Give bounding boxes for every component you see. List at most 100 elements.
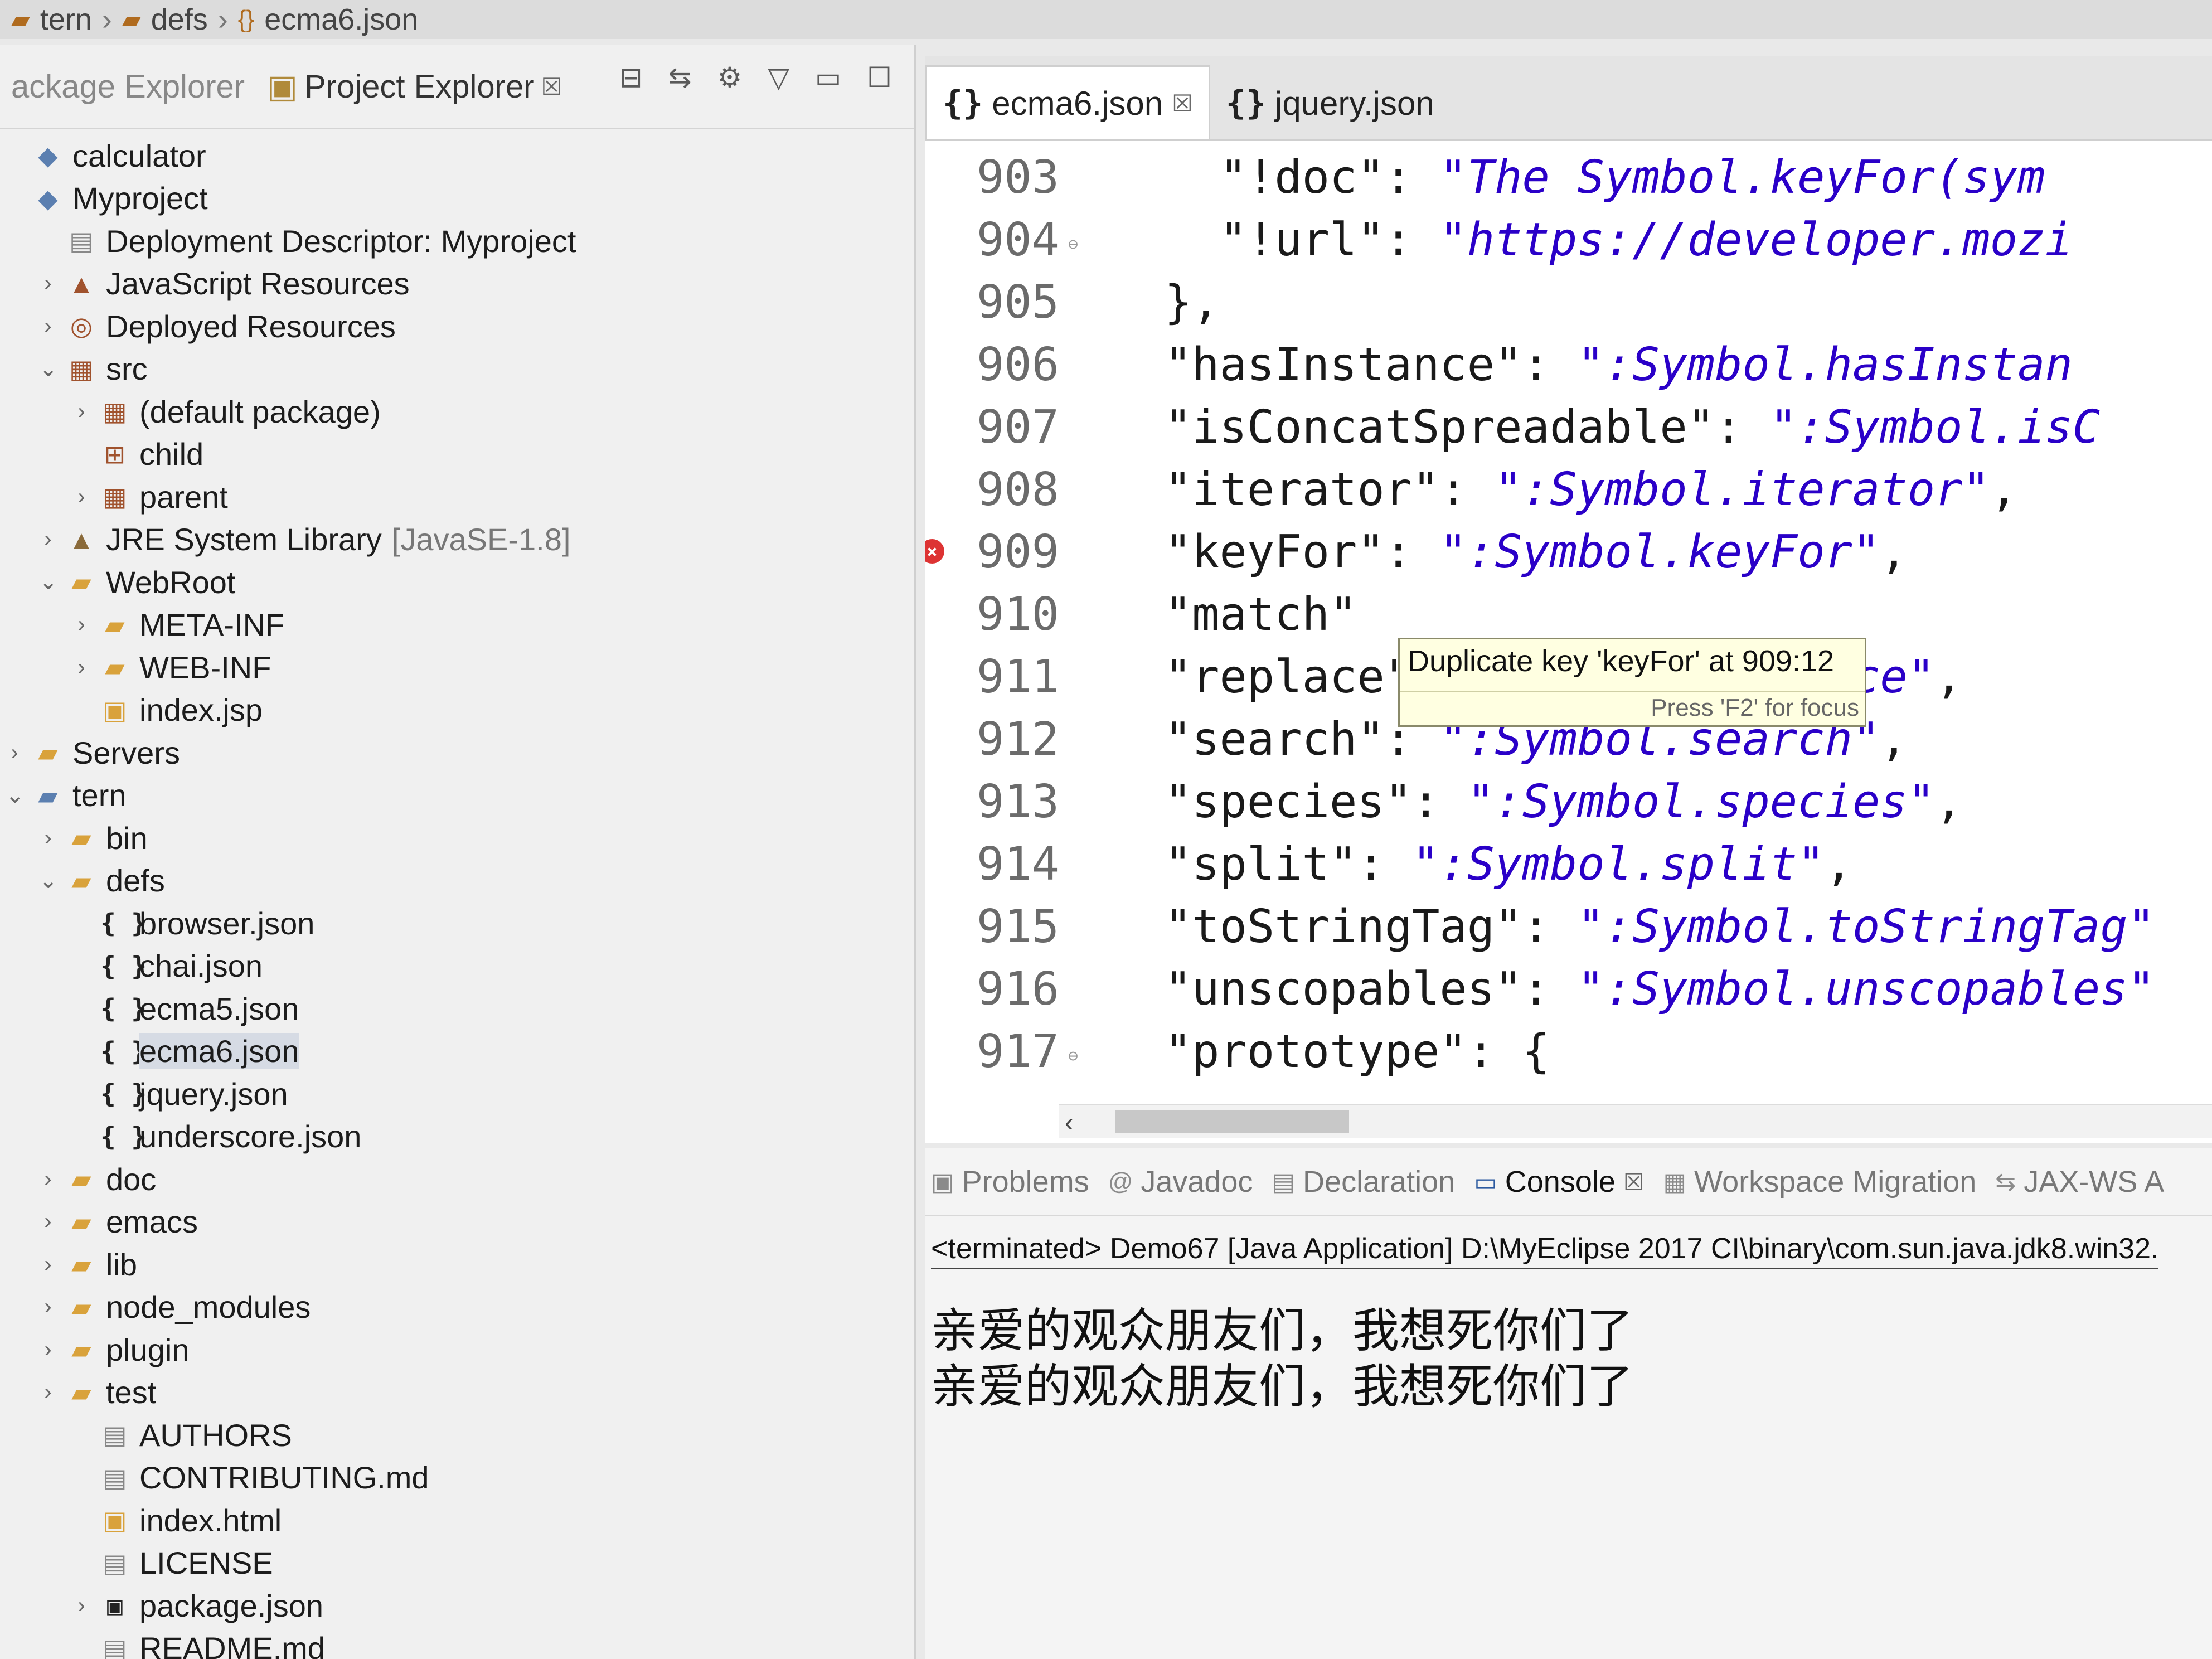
chevron-right-icon[interactable]: › — [39, 1337, 57, 1362]
tree-item[interactable]: { } underscore.json — [72, 1115, 361, 1158]
tree-item[interactable]: ▤ AUTHORS — [72, 1413, 292, 1457]
chevron-right-icon[interactable]: › — [72, 612, 90, 637]
chevron-right-icon[interactable]: › — [39, 1252, 57, 1277]
tree-item[interactable]: › ▰ WEB-INF — [72, 646, 271, 689]
view-menu-icon[interactable]: ▽ — [768, 61, 789, 94]
chevron-right-icon[interactable]: › — [39, 314, 57, 339]
close-icon[interactable]: ☒ — [1623, 1168, 1645, 1196]
chevron-down-icon[interactable]: ⌄ — [39, 356, 58, 382]
tab-package-explorer[interactable]: ackage Explorer — [0, 68, 256, 105]
tree-item[interactable]: ▤ Deployment Descriptor: Myproject — [39, 219, 576, 263]
chevron-right-icon[interactable]: › — [39, 1209, 57, 1234]
tree-item[interactable]: › ▰ bin — [39, 816, 147, 860]
error-marker-icon[interactable]: × — [925, 539, 944, 564]
tree-item[interactable]: › ▦ (default package) — [72, 390, 380, 433]
tree-item[interactable]: › ▣ package.json — [72, 1584, 323, 1627]
tree-item[interactable]: ⌄ ▰ defs — [39, 859, 165, 903]
javadoc-icon: @ — [1108, 1168, 1133, 1195]
chevron-right-icon[interactable]: › — [39, 1294, 57, 1320]
tree-item[interactable]: { } jquery.json — [72, 1072, 288, 1115]
chevron-right-icon[interactable]: › — [39, 1167, 57, 1192]
fold-toggle-icon[interactable]: ⊖ — [1068, 1046, 1078, 1066]
tree-item[interactable]: ⌄ ▦ src — [39, 347, 148, 391]
tree-item-suffix: [JavaSE-1.8] — [391, 522, 571, 557]
chevron-down-icon[interactable]: ⌄ — [6, 783, 25, 808]
tree-item[interactable]: { } ecma5.json — [72, 987, 299, 1030]
chevron-right-icon[interactable]: › — [39, 271, 57, 296]
code-text: "hasInstance": ":Symbol.hasInstan — [1109, 338, 2073, 391]
chevron-right-icon[interactable]: › — [39, 826, 57, 851]
tree-item-label: Deployed Resources — [106, 308, 396, 344]
tab-project-explorer[interactable]: ▣ Project Explorer ☒ — [256, 67, 573, 105]
tab-label: Project Explorer — [304, 68, 535, 105]
chevron-right-icon[interactable]: › — [39, 527, 57, 552]
tab-declaration[interactable]: ▤ Declaration — [1272, 1165, 1455, 1199]
tree-item[interactable]: › ▲ JRE System Library [JavaSE-1.8] — [39, 518, 570, 561]
tree-item[interactable]: ▣ index.jsp — [72, 688, 263, 732]
json-file-icon: {} — [943, 84, 983, 123]
breadcrumb-item-file[interactable]: ecma6.json — [264, 2, 418, 37]
tab-workspace-migration[interactable]: ▦ Workspace Migration — [1663, 1165, 1977, 1199]
json-key: "match" — [1164, 588, 1357, 641]
tree-item[interactable]: { } chai.json — [72, 944, 263, 988]
scroll-left-icon[interactable]: ‹ — [1065, 1107, 1073, 1137]
tab-problems[interactable]: ▣ Problems — [931, 1165, 1089, 1199]
close-icon[interactable]: ☒ — [1172, 90, 1193, 117]
tab-jquery-json[interactable]: {} jquery.json — [1210, 67, 1450, 139]
tree-item[interactable]: ▣ index.html — [72, 1498, 282, 1542]
chevron-right-icon[interactable]: › — [6, 740, 23, 765]
tree-item[interactable]: › ▰ plugin — [39, 1328, 189, 1371]
chevron-right-icon[interactable]: › — [72, 655, 90, 680]
json-file-icon: { } — [100, 950, 147, 981]
js-resources-icon: ▲ — [69, 269, 94, 298]
filter-icon[interactable]: ⚙ — [717, 61, 743, 94]
tree-item[interactable]: ▤ CONTRIBUTING.md — [72, 1456, 429, 1500]
tree-item[interactable]: › ▰ lib — [39, 1243, 137, 1286]
tree-item[interactable]: ⌄ ▰ WebRoot — [39, 560, 235, 604]
tree-item[interactable]: ⊞ child — [72, 433, 203, 476]
scrollbar-thumb[interactable] — [1115, 1110, 1349, 1133]
tab-label: ecma6.json — [992, 84, 1163, 122]
maximize-icon[interactable]: ☐ — [867, 61, 892, 94]
tree-item[interactable]: ⌄ ▰ tern — [6, 774, 127, 817]
fold-toggle-icon[interactable]: ⊖ — [1068, 235, 1078, 254]
link-with-editor-icon[interactable]: ⇆ — [668, 61, 692, 94]
chevron-down-icon[interactable]: ⌄ — [39, 569, 58, 595]
tab-console[interactable]: ▭ Console ☒ — [1474, 1165, 1644, 1199]
chevron-right-icon[interactable]: › — [72, 1593, 90, 1618]
tree-item[interactable]: ◆ Myproject — [6, 177, 207, 220]
breadcrumb-item-tern[interactable]: tern — [40, 2, 92, 37]
tree-item[interactable]: › ▰ META-INF — [72, 603, 284, 647]
breadcrumb-item-defs[interactable]: defs — [151, 2, 208, 37]
json-key: "species": — [1164, 775, 1467, 828]
tree-item[interactable]: › ▰ doc — [39, 1157, 156, 1201]
tree-item[interactable]: ▤ README.md — [72, 1627, 325, 1659]
tab-ecma6-json[interactable]: {} ecma6.json ☒ — [925, 65, 1210, 139]
tree-item-label: LICENSE — [139, 1545, 273, 1580]
tree-item[interactable]: › ▰ node_modules — [39, 1286, 311, 1329]
collapse-all-icon[interactable]: ⊟ — [619, 61, 643, 94]
tree-item[interactable]: { } ecma6.json — [72, 1030, 299, 1073]
close-icon[interactable]: ☒ — [541, 73, 562, 100]
tree-item[interactable]: ◆ calculator — [6, 134, 206, 177]
tree-item[interactable]: › ◎ Deployed Resources — [39, 304, 396, 348]
tree-item[interactable]: › ▲ JavaScript Resources — [39, 262, 409, 305]
chevron-right-icon[interactable]: › — [72, 399, 90, 424]
chevron-down-icon[interactable]: ⌄ — [39, 868, 58, 894]
chevron-right-icon[interactable]: › — [39, 1380, 57, 1405]
tree-item[interactable]: › ▦ parent — [72, 475, 227, 518]
tree-item[interactable]: › ▰ test — [39, 1371, 156, 1414]
line-number-text: 904 — [976, 213, 1059, 266]
error-tooltip[interactable]: Duplicate key 'keyFor' at 909:12 Press '… — [1398, 638, 1866, 727]
tree-item[interactable]: › ▰ emacs — [39, 1200, 198, 1244]
tree-item[interactable]: ▤ LICENSE — [72, 1541, 273, 1585]
tab-javadoc[interactable]: @ Javadoc — [1108, 1165, 1253, 1199]
horizontal-scrollbar[interactable]: ‹ — [1059, 1104, 2212, 1138]
tab-jax-ws-a[interactable]: ⇆ JAX-WS A — [1995, 1165, 2164, 1199]
chevron-right-icon[interactable]: › — [72, 484, 90, 510]
line-number: 910 — [925, 588, 1059, 641]
tree-item[interactable]: { } browser.json — [72, 901, 314, 945]
minimize-icon[interactable]: ▭ — [815, 61, 841, 94]
tree-item[interactable]: › ▰ Servers — [6, 731, 180, 774]
